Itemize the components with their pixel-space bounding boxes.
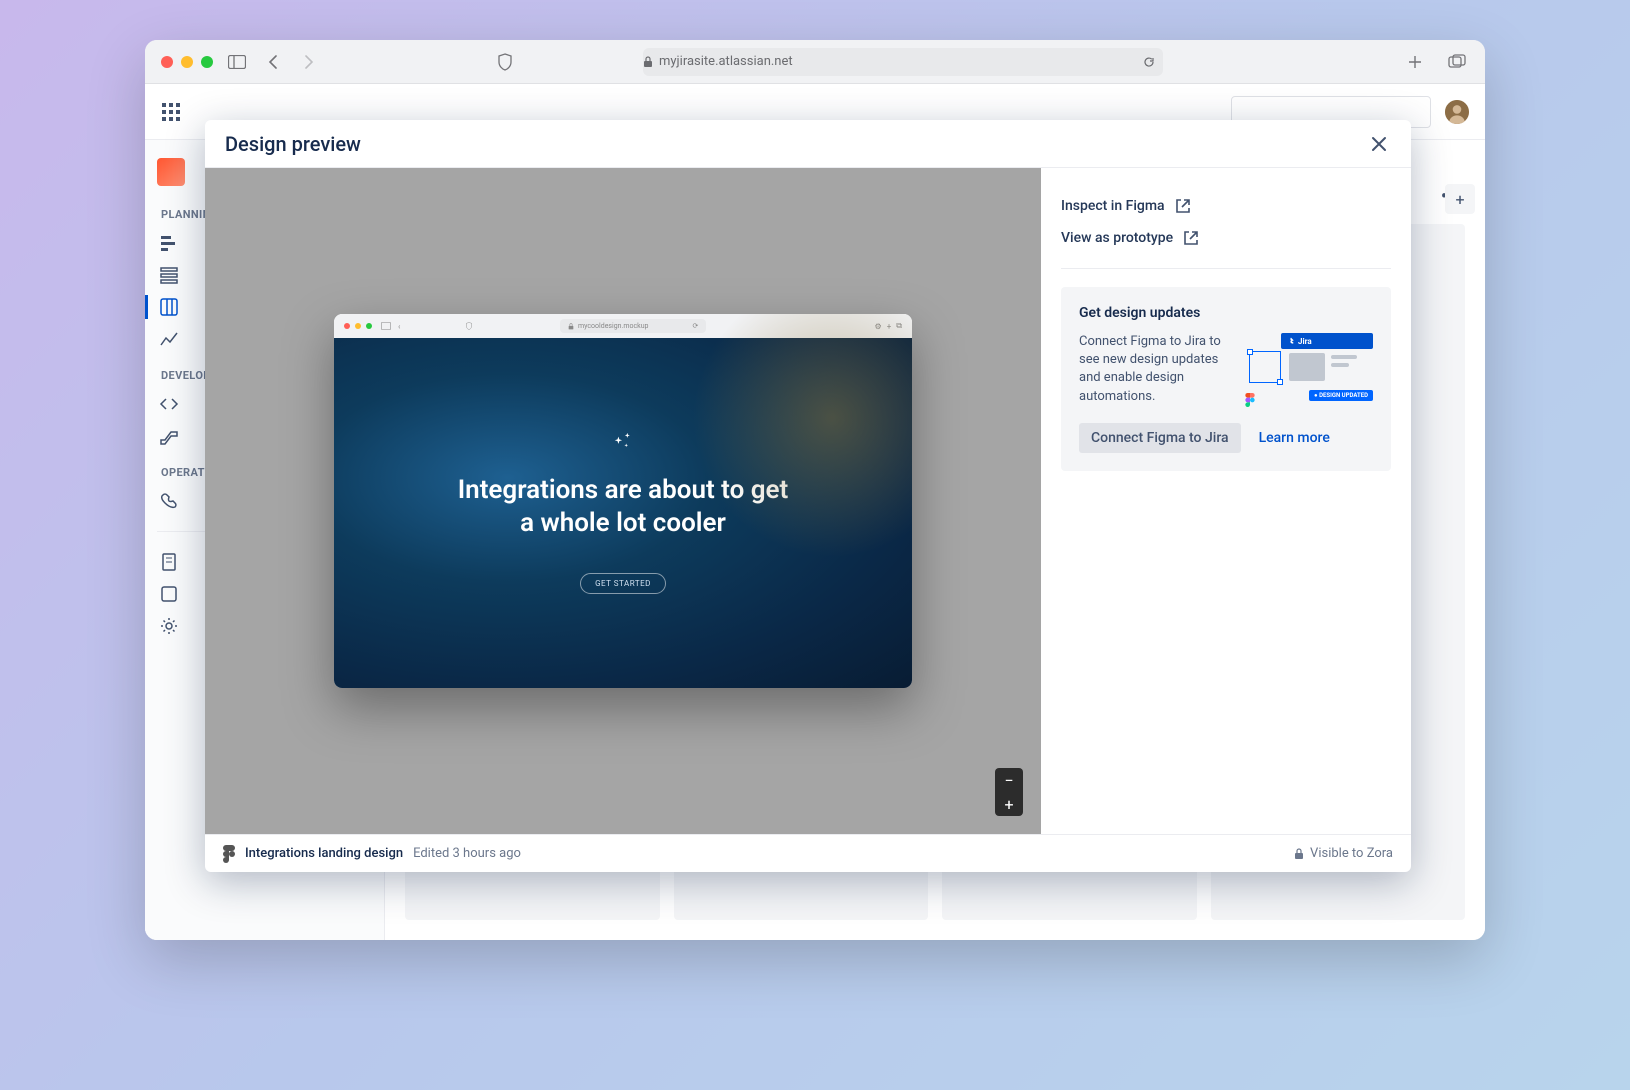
connect-figma-button[interactable]: Connect Figma to Jira <box>1079 423 1241 453</box>
modal-right-panel: Inspect in Figma View as prototype Get d… <box>1041 168 1411 834</box>
modal-title: Design preview <box>225 132 361 156</box>
inspect-in-figma-link[interactable]: Inspect in Figma <box>1061 190 1391 222</box>
inner-url-bar: mycooldesign.mockup ⟳ <box>560 319 706 333</box>
zoom-in-button[interactable]: + <box>995 792 1023 816</box>
design-file-name: Integrations landing design <box>245 846 403 861</box>
lock-icon <box>643 56 653 68</box>
hero-section: Integrations are about to get a whole lo… <box>334 338 912 688</box>
sparkle-icon <box>612 432 634 454</box>
add-column-button[interactable]: + <box>1445 184 1475 214</box>
lock-icon <box>1294 848 1304 860</box>
design-canvas[interactable]: ‹ mycooldesign.mockup ⟳ ⚙ + ⧉ <box>205 168 1041 834</box>
reload-icon[interactable] <box>1143 56 1155 68</box>
promo-description: Connect Figma to Jira to see new design … <box>1079 333 1229 407</box>
modal-footer: Integrations landing design Edited 3 hou… <box>205 834 1411 872</box>
user-avatar[interactable] <box>1443 98 1471 126</box>
nav-back-icon[interactable] <box>261 50 285 74</box>
project-avatar[interactable] <box>157 158 185 186</box>
design-frame: ‹ mycooldesign.mockup ⟳ ⚙ + ⧉ <box>334 314 912 688</box>
url-bar[interactable]: myjirasite.atlassian.net <box>643 48 1163 76</box>
zoom-controls: − + <box>995 768 1023 816</box>
edited-timestamp: Edited 3 hours ago <box>413 846 521 861</box>
hero-line2: a whole lot cooler <box>520 508 726 538</box>
close-window-dot[interactable] <box>161 56 173 68</box>
promo-illustration: Jira ● DESIGN UPDATED <box>1243 333 1373 407</box>
new-tab-icon[interactable] <box>1403 50 1427 74</box>
close-icon[interactable] <box>1367 132 1391 156</box>
nav-forward-icon[interactable] <box>297 50 321 74</box>
url-text: myjirasite.atlassian.net <box>659 54 793 69</box>
learn-more-link[interactable]: Learn more <box>1259 430 1330 446</box>
tabs-overview-icon[interactable] <box>1445 50 1469 74</box>
app-switcher-icon[interactable] <box>159 100 183 124</box>
design-preview-modal: Design preview ‹ myc <box>205 120 1411 872</box>
hero-line1: Integrations are about to get <box>458 475 789 505</box>
window-traffic-lights[interactable] <box>161 56 213 68</box>
figma-icon <box>1243 393 1257 407</box>
maximize-window-dot[interactable] <box>201 56 213 68</box>
figma-icon <box>223 845 235 863</box>
minimize-window-dot[interactable] <box>181 56 193 68</box>
external-link-icon <box>1183 230 1199 246</box>
promo-title: Get design updates <box>1079 305 1373 321</box>
browser-toolbar: myjirasite.atlassian.net <box>145 40 1485 84</box>
zoom-out-button[interactable]: − <box>995 768 1023 792</box>
view-as-prototype-link[interactable]: View as prototype <box>1061 222 1391 254</box>
hero-cta-button: GET STARTED <box>580 573 666 594</box>
connect-figma-promo: Get design updates Connect Figma to Jira… <box>1061 287 1391 471</box>
visibility-dropdown[interactable]: Visible to Zora <box>1294 846 1393 861</box>
sidebar-toggle-icon[interactable] <box>225 50 249 74</box>
shield-icon[interactable] <box>493 50 517 74</box>
external-link-icon <box>1175 198 1191 214</box>
